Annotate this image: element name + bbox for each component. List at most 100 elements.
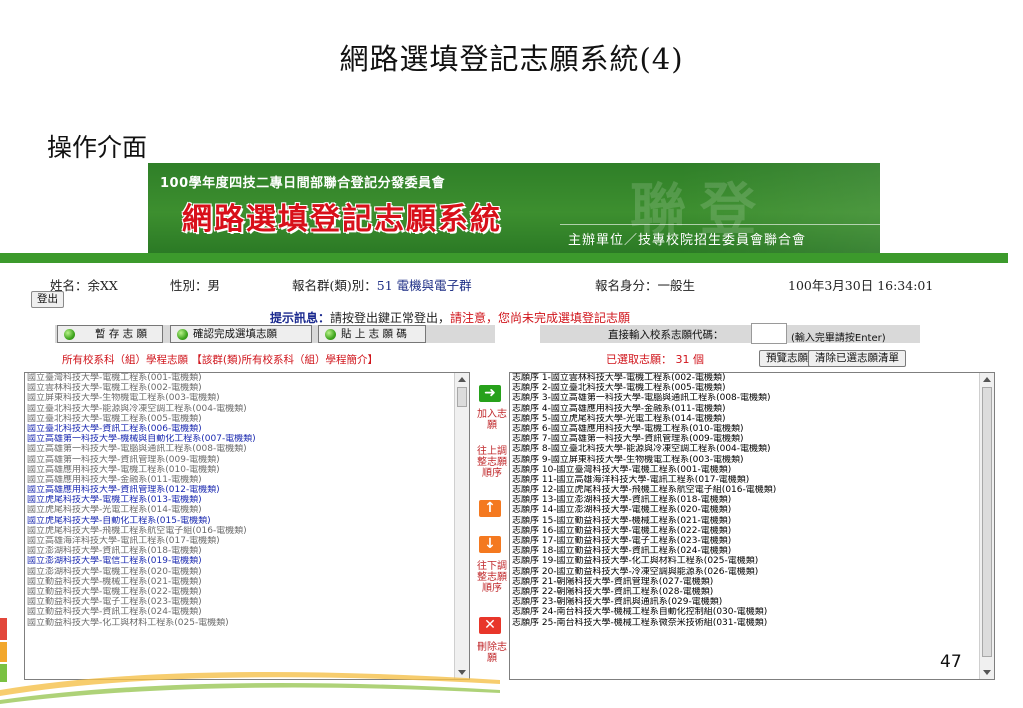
selected-option-item[interactable]: 志願序 20-國立勤益科技大學-冷凍空調與能源系(026-電機類)	[510, 567, 994, 577]
available-option-item[interactable]: 國立虎尾科技大學-電機工程系(013-電機類)	[25, 495, 469, 505]
scroll-down-icon[interactable]	[983, 670, 991, 675]
selected-options-items: 志願序 1-國立雲林科技大學-電機工程系(002-電機類) 志願序 2-國立臺北科…	[510, 373, 994, 628]
available-option-item[interactable]: 國立臺灣科技大學-電機工程系(001-電機類)	[25, 373, 469, 383]
selected-option-item[interactable]: 志願序 24-南台科技大學-機械工程系自動化控制組(030-電機類)	[510, 607, 994, 617]
save-draft-button[interactable]: 暫 存 志 願	[57, 325, 163, 343]
available-option-item[interactable]: 國立虎尾科技大學-飛機工程系航空電子組(016-電機類)	[25, 526, 469, 536]
page-number: 47	[940, 652, 962, 672]
gender-label: 性別：	[170, 278, 208, 293]
selected-option-item[interactable]: 志願序 14-國立澎湖科技大學-電機工程系(020-電機類)	[510, 505, 994, 515]
current-datetime: 100年3月30日 16:34:01	[788, 278, 934, 293]
available-option-item[interactable]: 國立澎湖科技大學-電信工程系(019-電機類)	[25, 556, 469, 566]
selected-option-item[interactable]: 志願序 18-國立勤益科技大學-資訊工程系(024-電機類)	[510, 546, 994, 556]
selected-option-item[interactable]: 志願序 2-國立臺北科技大學-電機工程系(005-電機類)	[510, 383, 994, 393]
move-down-label[interactable]: 往下調整志願順序	[475, 561, 509, 594]
available-option-item[interactable]: 國立高雄應用科技大學-電機工程系(010-電機類)	[25, 465, 469, 475]
available-options-items: 國立臺灣科技大學-電機工程系(001-電機類) 國立雲林科技大學-電機工程系(00…	[25, 373, 469, 628]
direct-entry-label: 直接輸入校系志願代碼：	[608, 329, 724, 341]
selected-option-item[interactable]: 志願序 11-國立高雄海洋科技大學-電訊工程系(017-電機類)	[510, 475, 994, 485]
paste-code-button[interactable]: 貼 上 志 願 碼	[318, 325, 426, 343]
confirm-button[interactable]: 確認完成選填志願	[170, 325, 312, 343]
available-option-item[interactable]: 國立高雄第一科技大學-資訊管理系(009-電機類)	[25, 455, 469, 465]
confirm-label: 確認完成選填志願	[193, 328, 277, 340]
direct-entry-note: (輸入完畢請按Enter)	[791, 333, 886, 344]
available-option-item[interactable]: 國立臺北科技大學-能源與冷凍空調工程系(004-電機類)	[25, 404, 469, 414]
selected-count: 已選取志願： 31 個	[606, 353, 704, 366]
available-option-item[interactable]: 國立虎尾科技大學-自動化工程系(015-電機類)	[25, 516, 469, 526]
selected-option-item[interactable]: 志願序 16-國立勤益科技大學-電機工程系(022-電機類)	[510, 526, 994, 536]
user-identity: 報名身分：一般生	[595, 275, 695, 294]
selected-option-item[interactable]: 志願序 19-國立勤益科技大學-化工與材料工程系(025-電機類)	[510, 556, 994, 566]
selected-option-item[interactable]: 志願序 12-國立虎尾科技大學-飛機工程系航空電子組(016-電機類)	[510, 485, 994, 495]
user-gender: 性別：男	[170, 275, 220, 294]
header-strip	[0, 253, 1008, 263]
hint-warning: 請注意，您尚未完成選填登記志願	[450, 311, 631, 325]
selected-option-item[interactable]: 志願序 22-朝陽科技大學-資訊工程系(028-電機類)	[510, 587, 994, 597]
selected-option-item[interactable]: 志願序 4-國立高雄應用科技大學-金融系(011-電機類)	[510, 404, 994, 414]
scroll-up-icon[interactable]	[983, 377, 991, 382]
save-draft-label: 暫 存 志 願	[94, 328, 147, 340]
selected-option-item[interactable]: 志願序 10-國立臺灣科技大學-電機工程系(001-電機類)	[510, 465, 994, 475]
section-label: 操作介面	[47, 133, 148, 162]
green-dot-icon	[64, 329, 75, 340]
add-option-label[interactable]: 加入志願	[475, 409, 509, 431]
available-option-item[interactable]: 國立雲林科技大學-電機工程系(002-電機類)	[25, 383, 469, 393]
scroll-thumb[interactable]	[457, 387, 467, 407]
slide: 網路選填登記志願系統(4) 操作介面 聯登 100學年度四技二專日間部聯合登記分…	[0, 0, 1023, 708]
selected-option-item[interactable]: 志願序 21-朝陽科技大學-資訊管理系(027-電機類)	[510, 577, 994, 587]
scroll-up-icon[interactable]	[458, 377, 466, 382]
add-arrow-icon[interactable]: ➜	[479, 385, 501, 402]
group-label: 報名群(類)別：	[292, 278, 377, 293]
available-option-item[interactable]: 國立高雄第一科技大學-機械與自動化工程系(007-電機類)	[25, 434, 469, 444]
selected-option-item[interactable]: 志願序 5-國立虎尾科技大學-光電工程系(014-電機類)	[510, 414, 994, 424]
available-option-item[interactable]: 國立澎湖科技大學-電機工程系(020-電機類)	[25, 567, 469, 577]
slide-title: 網路選填登記志願系統(4)	[339, 42, 684, 76]
right-list-scrollbar[interactable]	[979, 373, 994, 679]
banner-organizer: 主辦單位／技專校院招生委員會聯合會	[568, 233, 807, 248]
selected-option-item[interactable]: 志願序 15-國立勤益科技大學-機械工程系(021-電機類)	[510, 516, 994, 526]
selected-option-item[interactable]: 志願序 9-國立屏東科技大學-生物機電工程系(003-電機類)	[510, 455, 994, 465]
group-intro-link[interactable]: 【該群(類)所有校系科（組）學程簡介】	[191, 354, 378, 366]
arrow-down-icon[interactable]: ↓	[479, 536, 501, 553]
hint-label: 提示訊息：	[270, 311, 331, 325]
selected-option-item[interactable]: 志願序 8-國立臺北科技大學-能源與冷凍空調工程系(004-電機類)	[510, 444, 994, 454]
all-options-title: 所有校系科（組）學程志願	[62, 354, 188, 366]
selected-option-item[interactable]: 志願序 7-國立高雄第一科技大學-資訊管理系(009-電機類)	[510, 434, 994, 444]
selected-option-item[interactable]: 志願序 17-國立勤益科技大學-電子工程系(023-電機類)	[510, 536, 994, 546]
selected-option-item[interactable]: 志願序 6-國立高雄應用科技大學-電機工程系(010-電機類)	[510, 424, 994, 434]
decorative-swoosh	[0, 618, 500, 704]
selected-options-list[interactable]: 志願序 1-國立雲林科技大學-電機工程系(002-電機類) 志願序 2-國立臺北科…	[509, 372, 995, 680]
green-dot-icon	[177, 329, 188, 340]
paste-code-label: 貼 上 志 願 碼	[341, 328, 407, 340]
banner-divider	[560, 224, 880, 225]
identity-label: 報名身分：	[595, 278, 658, 293]
selected-option-item[interactable]: 志願序 1-國立雲林科技大學-電機工程系(002-電機類)	[510, 373, 994, 383]
logout-button[interactable]: 登出	[31, 291, 64, 308]
system-banner: 聯登 100學年度四技二專日間部聯合登記分發委員會 網路選填登記志願系統 主辦單…	[148, 163, 880, 253]
selected-option-item[interactable]: 志願序 13-國立澎湖科技大學-資訊工程系(018-電機類)	[510, 495, 994, 505]
gender-value: 男	[207, 278, 221, 293]
preview-button[interactable]: 預覽志願	[759, 350, 815, 367]
available-option-item[interactable]: 國立屏東科技大學-生物機電工程系(003-電機類)	[25, 393, 469, 403]
identity-value: 一般生	[657, 278, 696, 293]
selected-option-item[interactable]: 志願序 3-國立高雄第一科技大學-電腦與通訊工程系(008-電機類)	[510, 393, 994, 403]
direct-code-input[interactable]	[751, 323, 787, 344]
available-option-item[interactable]: 國立高雄海洋科技大學-電訊工程系(017-電機類)	[25, 536, 469, 546]
available-option-item[interactable]: 國立臺北科技大學-資訊工程系(006-電機類)	[25, 424, 469, 434]
arrow-up-icon[interactable]: ↑	[479, 500, 501, 517]
selected-option-item[interactable]: 志願序 25-南台科技大學-機械工程系微奈米技術組(031-電機類)	[510, 618, 994, 628]
selected-option-item[interactable]: 志願序 23-朝陽科技大學-資訊與通訊系(029-電機類)	[510, 597, 994, 607]
banner-committee: 100學年度四技二專日間部聯合登記分發委員會	[160, 176, 446, 191]
available-option-item[interactable]: 國立高雄第一科技大學-電腦與通訊工程系(008-電機類)	[25, 444, 469, 454]
available-option-item[interactable]: 國立臺北科技大學-電機工程系(005-電機類)	[25, 414, 469, 424]
available-option-item[interactable]: 國立澎湖科技大學-資訊工程系(018-電機類)	[25, 546, 469, 556]
available-option-item[interactable]: 國立高雄應用科技大學-金融系(011-電機類)	[25, 475, 469, 485]
move-up-label[interactable]: 往上調整志願順序	[475, 446, 509, 479]
available-option-item[interactable]: 國立虎尾科技大學-光電工程系(014-電機類)	[25, 505, 469, 515]
name-value: 余XX	[87, 278, 118, 293]
available-option-item[interactable]: 國立高雄應用科技大學-資訊管理系(012-電機類)	[25, 485, 469, 495]
available-option-item[interactable]: 國立勤益科技大學-電機工程系(022-電機類)	[25, 587, 469, 597]
scroll-thumb[interactable]	[982, 387, 992, 657]
available-option-item[interactable]: 國立勤益科技大學-機械工程系(021-電機類)	[25, 577, 469, 587]
clear-list-button[interactable]: 清除已選志願清單	[808, 350, 906, 367]
